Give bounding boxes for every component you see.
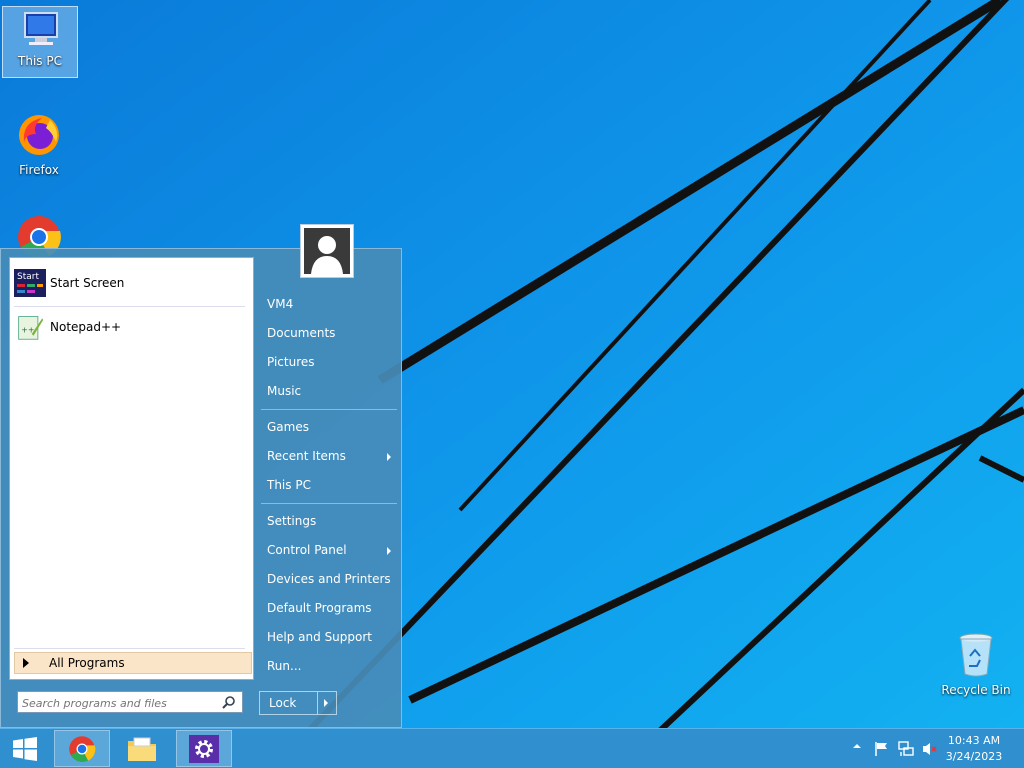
desktop-icon-label: This PC — [18, 54, 62, 68]
divider — [14, 306, 245, 307]
chrome-icon — [69, 735, 96, 762]
divider — [261, 503, 397, 504]
start-item-label: Recent Items — [267, 449, 346, 463]
start-item-pictures[interactable]: Pictures — [267, 355, 397, 373]
desktop-icon-recycle-bin[interactable]: Recycle Bin — [938, 626, 1014, 700]
start-item-devices-and-printers[interactable]: Devices and Printers — [267, 572, 397, 590]
start-item-default-programs[interactable]: Default Programs — [267, 601, 397, 619]
svg-text:++: ++ — [21, 325, 34, 334]
start-item-label: Control Panel — [267, 543, 347, 557]
this-pc-icon — [24, 12, 58, 45]
start-item-label: Settings — [267, 514, 317, 528]
start-item-help-and-support[interactable]: Help and Support — [267, 630, 397, 648]
program-start-screen[interactable]: Start Start Screen — [14, 266, 246, 300]
start-screen-icon: Start — [14, 269, 46, 297]
action-center-flag-icon[interactable] — [874, 741, 890, 757]
divider — [261, 409, 397, 410]
start-menu-programs-pane: Start Start Screen ++ Notepad++ All Prog… — [9, 257, 254, 680]
start-item-recent-items[interactable]: Recent Items — [267, 449, 397, 467]
clock-time: 10:43 AM — [947, 734, 1001, 747]
submenu-arrow-icon — [387, 453, 391, 461]
start-item-music[interactable]: Music — [267, 384, 397, 402]
divider — [14, 648, 245, 649]
notepad-plus-plus-icon: ++ — [18, 316, 44, 340]
start-button[interactable] — [0, 730, 50, 767]
taskbar-file-explorer-button[interactable] — [114, 730, 170, 767]
start-item-label: Games — [267, 420, 309, 434]
start-item-label: This PC — [267, 478, 311, 492]
taskbar-chrome-button[interactable] — [54, 730, 110, 767]
desktop-icon-label: Recycle Bin — [941, 683, 1011, 697]
search-input[interactable] — [18, 693, 222, 714]
start-item-vm4[interactable]: VM4 — [267, 297, 397, 315]
desktop-icon-this-pc[interactable]: This PC — [2, 6, 78, 78]
start-item-games[interactable]: Games — [267, 420, 397, 438]
start-tile-text: Start — [17, 272, 39, 282]
start-item-label: Documents — [267, 326, 336, 340]
windows-logo-icon — [13, 736, 37, 761]
user-icon — [304, 228, 350, 274]
start-item-label: VM4 — [267, 297, 294, 311]
program-label: Notepad++ — [50, 320, 122, 334]
lock-button-group: Lock — [259, 691, 337, 715]
taskbar: 10:43 AM 3/24/2023 — [0, 728, 1024, 768]
start-item-control-panel[interactable]: Control Panel — [267, 543, 397, 561]
search-programs-box[interactable] — [17, 691, 243, 714]
start-item-run[interactable]: Run... — [267, 659, 397, 677]
lock-options-arrow-icon[interactable] — [318, 692, 336, 714]
desktop-icon-label: Firefox — [19, 163, 59, 177]
show-hidden-icons-chevron-icon[interactable] — [852, 741, 862, 751]
start-item-label: Help and Support — [267, 630, 372, 644]
all-programs-button[interactable]: All Programs — [14, 652, 252, 674]
folder-icon — [128, 737, 156, 761]
taskbar-settings-button[interactable] — [176, 730, 232, 767]
all-programs-label: All Programs — [49, 656, 125, 670]
start-item-documents[interactable]: Documents — [267, 326, 397, 344]
start-item-label: Pictures — [267, 355, 315, 369]
start-item-label: Music — [267, 384, 302, 398]
desktop-icon-firefox[interactable]: Firefox — [2, 108, 76, 182]
firefox-icon — [19, 115, 59, 155]
submenu-arrow-icon — [387, 547, 391, 555]
search-icon[interactable] — [222, 695, 236, 709]
program-notepad-plus-plus[interactable]: ++ Notepad++ — [14, 310, 246, 344]
start-item-label: Run... — [267, 659, 302, 673]
start-item-settings[interactable]: Settings — [267, 514, 397, 532]
program-label: Start Screen — [50, 276, 125, 290]
recycle-bin-icon — [959, 633, 993, 677]
clock-date: 3/24/2023 — [945, 750, 1003, 763]
start-item-this-pc[interactable]: This PC — [267, 478, 397, 496]
start-item-label: Default Programs — [267, 601, 372, 615]
lock-button[interactable]: Lock — [260, 692, 318, 714]
triangle-right-icon — [23, 658, 29, 668]
start-menu: Start Start Screen ++ Notepad++ All Prog… — [0, 248, 402, 728]
volume-muted-icon[interactable] — [922, 741, 938, 757]
gear-icon — [195, 739, 213, 758]
start-item-label: Devices and Printers — [267, 572, 391, 586]
user-avatar[interactable] — [300, 224, 354, 278]
taskbar-clock[interactable]: 10:43 AM 3/24/2023 — [942, 733, 1006, 765]
network-icon[interactable] — [898, 741, 914, 757]
